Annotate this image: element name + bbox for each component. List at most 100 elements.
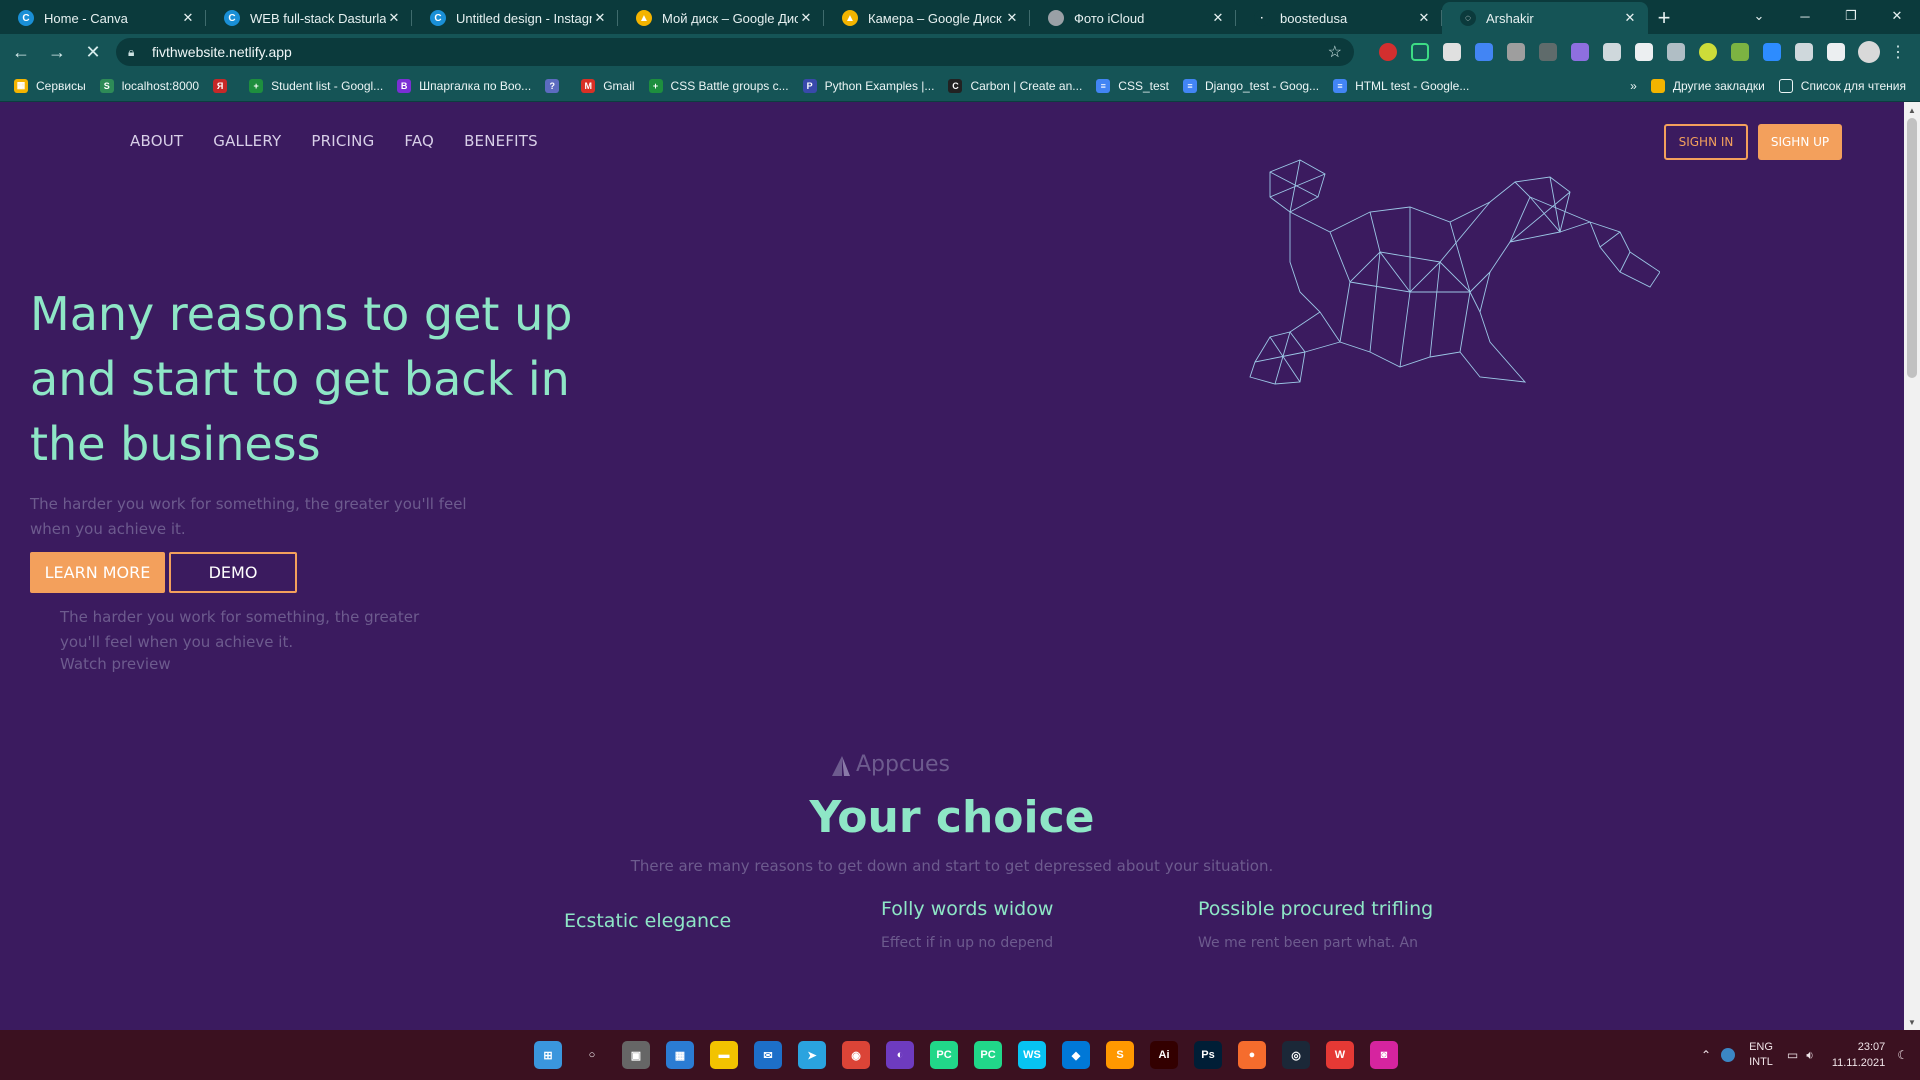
robot-extension-icon[interactable] (1507, 43, 1525, 61)
bookmark-item[interactable]: + Student list - Googl... (249, 78, 383, 93)
network-icon[interactable]: ▭ (1787, 1048, 1798, 1062)
bookmark-item[interactable]: Я (213, 78, 235, 93)
pen-extension-icon[interactable] (1571, 43, 1589, 61)
nav-benefits[interactable]: BENEFITS (464, 132, 538, 150)
notifications-icon[interactable]: ☾ (1897, 1048, 1908, 1062)
tab-close-icon[interactable]: ✕ (1416, 10, 1432, 26)
nav-about[interactable]: ABOUT (130, 132, 183, 150)
browser-tab[interactable]: ▲ Мой диск – Google Диск ✕ (618, 2, 824, 34)
bookmark-item[interactable]: M Gmail (581, 78, 635, 93)
other-bookmarks-folder[interactable]: Другие закладки (1650, 79, 1765, 93)
tab-close-icon[interactable]: ✕ (592, 10, 608, 26)
webstorm-icon[interactable]: WS (1018, 1041, 1046, 1069)
browser-tab[interactable]: C Untitled design - Instagram✕ (412, 2, 618, 34)
tab-close-icon[interactable]: ✕ (386, 10, 402, 26)
list-extension-icon[interactable] (1603, 43, 1621, 61)
lock-icon[interactable]: 🔒︎ (128, 45, 140, 60)
tab-close-icon[interactable]: ✕ (798, 10, 814, 26)
vscode-icon[interactable]: ◆ (1062, 1041, 1090, 1069)
back-arrow-icon[interactable]: ← (6, 37, 36, 67)
tab-search-icon[interactable]: ⌄ (1736, 0, 1782, 32)
zoom-extension-icon[interactable] (1763, 43, 1781, 61)
screen-capture-extension-icon[interactable] (1411, 43, 1429, 61)
minimize-button[interactable]: ─ (1782, 0, 1828, 32)
nav-pricing[interactable]: PRICING (311, 132, 374, 150)
steam-icon[interactable]: ◎ (1282, 1041, 1310, 1069)
browser-menu-icon[interactable]: ⋮ (1890, 42, 1906, 62)
scrollbar-thumb[interactable] (1907, 118, 1917, 378)
bookmark-item[interactable]: C Carbon | Create an... (948, 78, 1082, 93)
pycharm-ce-icon[interactable]: PC (974, 1041, 1002, 1069)
stop-loading-icon[interactable]: ✕ (78, 37, 108, 67)
bookmark-item[interactable]: Slocalhost:8000 (99, 78, 199, 93)
search-icon[interactable]: ○ (578, 1041, 606, 1069)
illustrator-icon[interactable]: Ai (1150, 1041, 1178, 1069)
profile-avatar[interactable] (1858, 41, 1880, 63)
watch-preview-link[interactable]: Watch preview (60, 655, 171, 673)
new-tab-button[interactable]: + (1648, 2, 1680, 34)
coin-extension-icon[interactable] (1699, 43, 1717, 61)
tab-close-icon[interactable]: ✕ (1210, 10, 1226, 26)
instagram-icon[interactable]: ◙ (1370, 1041, 1398, 1069)
restore-button[interactable]: ❐ (1828, 0, 1874, 32)
clock[interactable]: 23:07 11.11.2021 (1832, 1039, 1885, 1071)
video-extension-icon[interactable] (1443, 43, 1461, 61)
learn-more-button[interactable]: LEARN MORE (30, 552, 165, 593)
pycharm-icon[interactable]: PC (930, 1041, 958, 1069)
tab-close-icon[interactable]: ✕ (1622, 10, 1638, 26)
volume-icon[interactable]: 🔉︎ (1806, 1048, 1814, 1063)
bookmark-item[interactable]: ≡ HTML test - Google... (1333, 78, 1469, 93)
nav-faq[interactable]: FAQ (404, 132, 434, 150)
forward-arrow-icon[interactable]: → (42, 37, 72, 67)
bookmark-item[interactable]: ? (545, 78, 567, 93)
address-url[interactable]: fivthwebsite.netlify.app (152, 44, 1328, 60)
leaf-extension-icon[interactable] (1731, 43, 1749, 61)
origin-icon[interactable]: ● (1238, 1041, 1266, 1069)
bookmark-item[interactable]: ▦ Сервисы (14, 78, 86, 93)
bookmarks-more-chevron[interactable]: » (1630, 79, 1637, 93)
bookmark-item[interactable]: B Шпаргалка по Boo... (397, 78, 531, 93)
browser-tab[interactable]: C WEB full-stack Dasturlash ✕ (206, 2, 412, 34)
bookmark-item[interactable]: P Python Examples |... (802, 78, 934, 93)
translate-extension-icon[interactable] (1475, 43, 1493, 61)
close-window-button[interactable]: ✕ (1874, 0, 1920, 32)
browser-tab[interactable]: Фото iCloud ✕ (1030, 2, 1236, 34)
browser-tab[interactable]: · boostedusa ✕ (1236, 2, 1442, 34)
reading-list[interactable]: Список для чтения (1778, 79, 1906, 93)
nav-gallery[interactable]: GALLERY (213, 132, 281, 150)
bookmark-item[interactable]: ≡ Django_test - Goog... (1182, 78, 1319, 93)
windows-start-icon[interactable]: ⊞ (534, 1041, 562, 1069)
scroll-down-arrow-icon[interactable]: ▼ (1904, 1014, 1920, 1030)
vue-extension-icon[interactable] (1667, 43, 1685, 61)
photoshop-icon[interactable]: Ps (1194, 1041, 1222, 1069)
browser-tab[interactable]: C Home - Canva ✕ (0, 2, 206, 34)
wps-icon[interactable]: W (1326, 1041, 1354, 1069)
onedrive-icon[interactable] (1721, 1048, 1736, 1062)
tab-close-icon[interactable]: ✕ (180, 10, 196, 26)
language-indicator[interactable]: ENG INTL (1749, 1040, 1773, 1070)
sublime-icon[interactable]: S (1106, 1041, 1134, 1069)
record-extension-icon[interactable] (1539, 43, 1557, 61)
telegram-icon[interactable]: ➤ (798, 1041, 826, 1069)
camera-extension-icon[interactable] (1795, 43, 1813, 61)
bookmark-item[interactable]: ≡ CSS_test (1096, 78, 1169, 93)
mail-icon[interactable]: ✉ (754, 1041, 782, 1069)
tray-chevron-icon[interactable]: ⌃ (1701, 1048, 1711, 1062)
bookmark-item[interactable]: + CSS Battle groups c... (648, 78, 789, 93)
scroll-up-arrow-icon[interactable]: ▲ (1904, 102, 1920, 118)
puzzle-extensions-icon[interactable] (1827, 43, 1845, 61)
file-explorer-icon[interactable]: ▬ (710, 1041, 738, 1069)
browser-tab[interactable]: ▲ Камера – Google Диск ✕ (824, 2, 1030, 34)
opera-vpn-extension-icon[interactable] (1379, 43, 1397, 61)
browser-tab[interactable]: ◌ Arshakir ✕ (1442, 2, 1648, 34)
sign-up-button[interactable]: SIGHN UP (1758, 124, 1842, 160)
page-scrollbar[interactable]: ▲ ▼ (1904, 102, 1920, 1030)
bookmark-star-icon[interactable]: ☆ (1328, 42, 1342, 62)
github-icon[interactable]: ◐ (886, 1041, 914, 1069)
address-bar[interactable]: 🔒︎ fivthwebsite.netlify.app ☆ (116, 38, 1354, 66)
demo-button[interactable]: DEMO (169, 552, 297, 593)
sign-in-button[interactable]: SIGHN IN (1664, 124, 1748, 160)
chrome-icon[interactable]: ◉ (842, 1041, 870, 1069)
widgets-icon[interactable]: ▦ (666, 1041, 694, 1069)
tab-close-icon[interactable]: ✕ (1004, 10, 1020, 26)
